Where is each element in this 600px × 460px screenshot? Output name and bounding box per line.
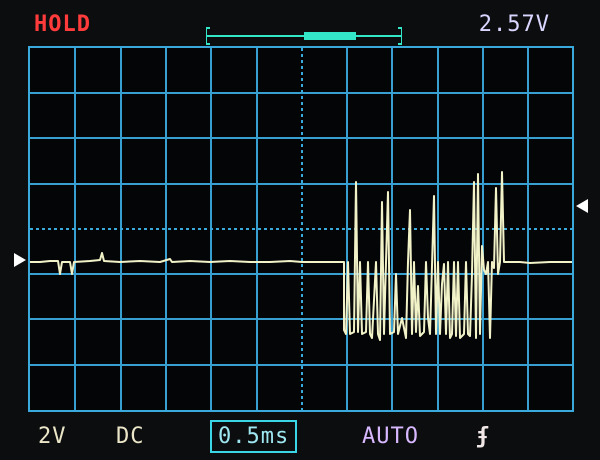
coupling-mode[interactable]: DC [116,424,145,449]
waveform-display [28,46,574,412]
top-bar: HOLD 2.57V [0,0,600,46]
trigger-level-readout: 2.57V [478,12,550,37]
timebase-setting[interactable]: 0.5ms [210,420,298,453]
volts-per-div[interactable]: 2V [38,424,67,449]
bottom-status-bar: 2V DC 0.5ms AUTO ʄ [0,416,600,460]
trigger-edge-icon[interactable]: ʄ [476,424,490,449]
horizontal-position-icon [206,27,402,45]
waveform-grid [30,48,572,410]
hold-status: HOLD [34,12,91,37]
trigger-mode[interactable]: AUTO [362,424,419,449]
ground-marker-icon [14,253,26,267]
trigger-level-marker-icon [576,199,588,213]
